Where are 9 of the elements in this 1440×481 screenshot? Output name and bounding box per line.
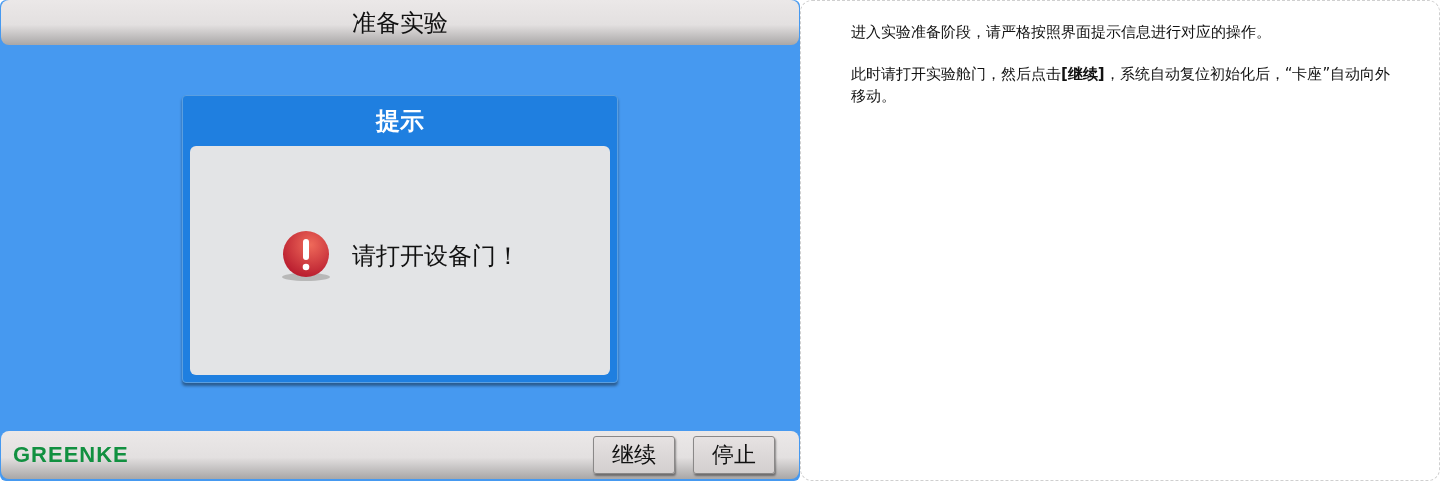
screen-title: 准备实验 <box>352 7 448 39</box>
continue-button[interactable]: 继续 <box>593 436 675 474</box>
logo: GREENKE <box>13 442 129 468</box>
note-paragraph: 此时请打开实验舱门，然后点击[继续]，系统自动复位初始化后，“卡座”自动向外移动。 <box>851 64 1391 107</box>
note-paragraph: 进入实验准备阶段，请严格按照界面提示信息进行对应的操作。 <box>851 22 1272 43</box>
dialog-title: 提示 <box>376 106 424 137</box>
stop-button[interactable]: 停止 <box>693 436 775 474</box>
warning-icon <box>280 229 332 282</box>
dialog-message: 请打开设备门！ <box>352 240 520 272</box>
